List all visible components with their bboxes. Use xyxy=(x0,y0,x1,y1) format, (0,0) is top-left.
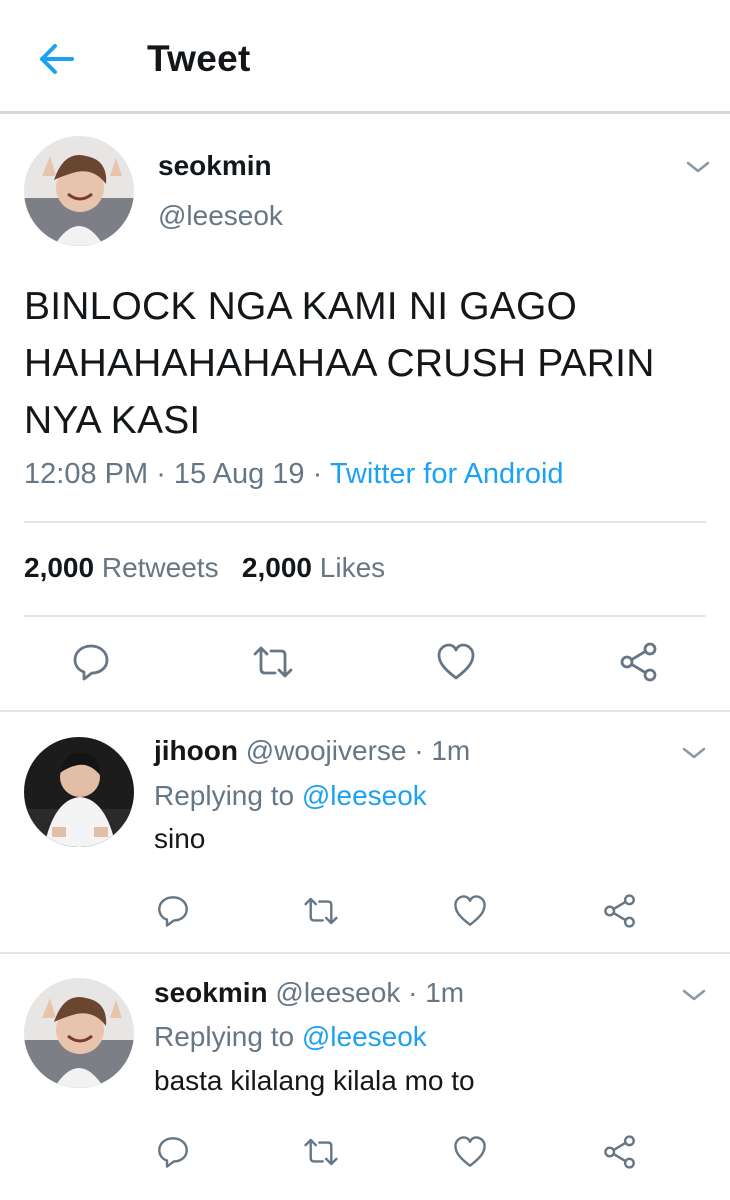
tweet-stats: 2,000 Retweets 2,000 Likes xyxy=(24,552,385,584)
share-icon xyxy=(604,894,635,928)
likes-count: 2,000 xyxy=(241,552,312,583)
avatar-image xyxy=(24,978,134,1088)
divider xyxy=(24,615,706,617)
reply-author-handle[interactable]: @woojiverse xyxy=(246,735,407,766)
app-header: Tweet xyxy=(0,0,730,114)
page-title: Tweet xyxy=(147,38,251,79)
reply-time: 1m xyxy=(431,735,471,766)
like-icon xyxy=(454,1136,486,1167)
avatar[interactable] xyxy=(24,136,134,246)
tweet-text: BINLOCK NGA KAMI NI GAGO HAHAHAHAHAHAA C… xyxy=(24,285,655,442)
reply-icon xyxy=(158,1137,188,1168)
meta-separator: · xyxy=(148,458,174,490)
avatar-image xyxy=(24,737,134,847)
like-icon xyxy=(454,895,486,926)
avatar[interactable] xyxy=(24,737,134,847)
reply-time: 1m xyxy=(425,977,465,1008)
retweets-stat[interactable]: 2,000 Retweets xyxy=(24,552,219,583)
share-button[interactable] xyxy=(602,893,638,929)
share-button[interactable] xyxy=(618,641,660,683)
likes-label: Likes xyxy=(319,552,386,583)
like-button[interactable] xyxy=(452,1134,488,1170)
replying-prefix: Replying to xyxy=(154,780,302,811)
replying-prefix: Replying to xyxy=(154,1021,302,1052)
chevron-down-icon[interactable] xyxy=(680,986,708,1004)
avatar-image xyxy=(24,136,134,246)
tweet-source-link[interactable]: Twitter for Android xyxy=(330,458,564,490)
reply-header: seokmin @leeseok · 1m xyxy=(154,977,464,1009)
author-name[interactable]: seokmin xyxy=(158,150,272,182)
reply-author-name[interactable]: jihoon xyxy=(154,735,238,766)
share-icon xyxy=(604,1135,635,1169)
reply-button[interactable] xyxy=(155,1134,191,1170)
avatar[interactable] xyxy=(24,978,134,1088)
like-button[interactable] xyxy=(452,893,488,929)
divider xyxy=(24,521,706,523)
retweet-button[interactable] xyxy=(303,893,339,929)
like-icon xyxy=(437,643,475,680)
share-icon xyxy=(620,642,657,682)
reply-author-name[interactable]: seokmin xyxy=(154,977,268,1008)
arrow-left-icon xyxy=(40,44,74,74)
chevron-down-icon[interactable] xyxy=(684,158,712,176)
likes-stat[interactable]: 2,000 Likes xyxy=(242,552,385,583)
tweet-meta: 12:08 PM · 15 Aug 19 · Twitter for Andro… xyxy=(24,458,564,491)
retweet-icon xyxy=(304,897,338,925)
reply-text: basta kilalang kilala mo to xyxy=(154,1065,475,1096)
separator xyxy=(0,952,730,954)
tweet-time: 12:08 PM xyxy=(24,458,149,490)
replying-to: Replying to @leeseok xyxy=(154,1021,427,1053)
retweet-icon xyxy=(253,646,293,678)
reply-separator: · xyxy=(400,977,426,1008)
reply-header: jihoon @woojiverse · 1m xyxy=(154,735,470,767)
reply-text: sino xyxy=(154,823,206,854)
share-button[interactable] xyxy=(602,1134,638,1170)
tweet-date: 15 Aug 19 xyxy=(173,458,305,490)
retweet-button[interactable] xyxy=(252,641,294,683)
reply-separator: · xyxy=(406,735,432,766)
separator xyxy=(0,710,730,712)
replying-to-link[interactable]: @leeseok xyxy=(302,780,427,811)
like-button[interactable] xyxy=(435,641,477,683)
meta-separator: · xyxy=(304,458,330,490)
retweet-icon xyxy=(304,1138,338,1166)
back-button[interactable] xyxy=(34,36,80,82)
reply-author-handle[interactable]: @leeseok xyxy=(275,977,400,1008)
reply-icon xyxy=(73,644,109,681)
author-handle[interactable]: @leeseok xyxy=(158,200,283,232)
replying-to-link[interactable]: @leeseok xyxy=(302,1021,427,1052)
retweets-count: 2,000 xyxy=(24,552,95,583)
replying-to: Replying to @leeseok xyxy=(154,780,427,812)
reply-button[interactable] xyxy=(155,893,191,929)
reply-button[interactable] xyxy=(70,641,112,683)
retweet-button[interactable] xyxy=(303,1134,339,1170)
chevron-down-icon[interactable] xyxy=(680,744,708,762)
retweets-label: Retweets xyxy=(101,552,219,583)
reply-icon xyxy=(158,896,188,927)
